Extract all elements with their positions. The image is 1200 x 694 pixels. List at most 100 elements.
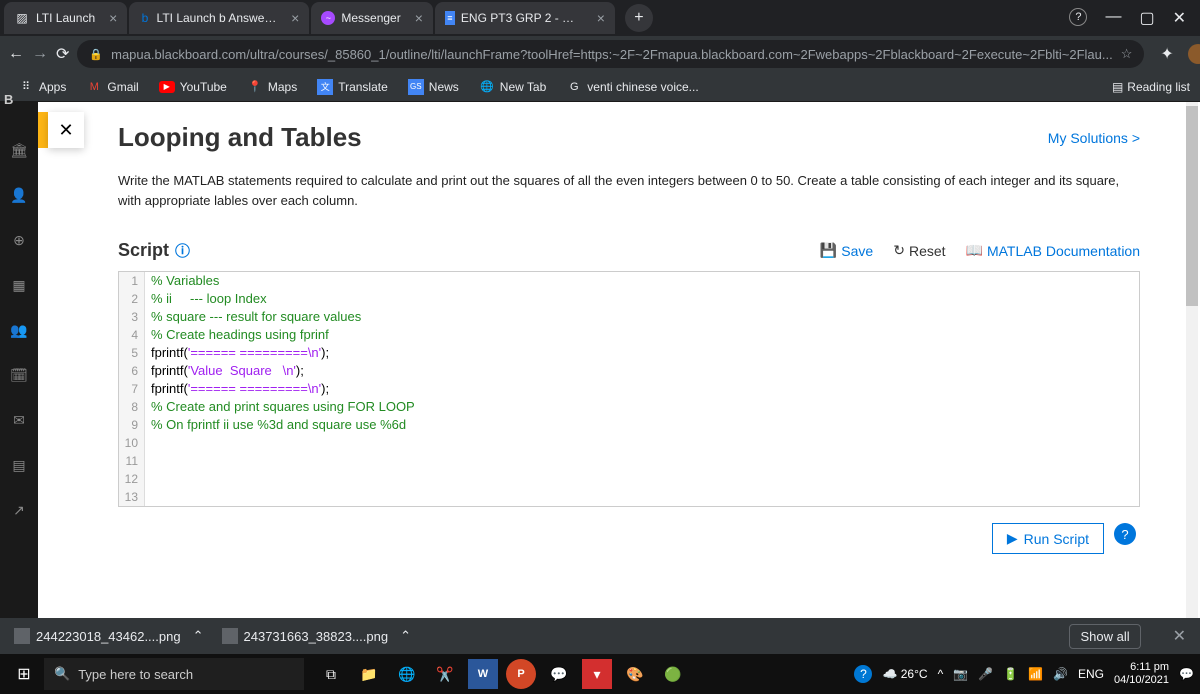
code-text[interactable] <box>145 434 151 452</box>
code-line[interactable]: 2% ii --- loop Index <box>119 290 1139 308</box>
code-text[interactable]: % On fprintf ii use %3d and square use %… <box>145 416 406 434</box>
documentation-link[interactable]: 📖MATLAB Documentation <box>966 242 1140 259</box>
code-text[interactable]: fprintf('====== =========\n'); <box>145 344 329 362</box>
code-line[interactable]: 7fprintf('====== =========\n'); <box>119 380 1139 398</box>
bookmark-venti[interactable]: Gventi chinese voice... <box>558 75 706 99</box>
help-icon[interactable]: ? <box>1069 8 1087 26</box>
code-text[interactable]: % Create and print squares using FOR LOO… <box>145 398 415 416</box>
battery-icon[interactable]: 🔋 <box>1003 667 1018 681</box>
sound-icon[interactable]: 🔊 <box>1053 667 1068 681</box>
close-icon[interactable]: × <box>415 10 423 26</box>
help-icon[interactable]: ⓘ <box>175 240 190 261</box>
chevron-up-icon[interactable]: ⌃ <box>193 628 204 644</box>
snip-icon[interactable]: ✂️ <box>430 659 460 689</box>
scrollbar[interactable] <box>1186 102 1198 618</box>
code-line[interactable]: 11 <box>119 452 1139 470</box>
code-text[interactable]: % Variables <box>145 272 219 290</box>
run-script-button[interactable]: ▶Run Script <box>992 523 1104 554</box>
extension-icon[interactable]: ✦ <box>1160 44 1173 64</box>
profile-icon[interactable]: 👤 <box>10 187 27 204</box>
code-line[interactable]: 3% square --- result for square values <box>119 308 1139 326</box>
messenger-icon[interactable]: 💬 <box>544 659 574 689</box>
institution-icon[interactable]: 🏛 <box>10 142 28 159</box>
code-text[interactable] <box>145 488 151 506</box>
code-line[interactable]: 10 <box>119 434 1139 452</box>
bookmark-maps[interactable]: 📍Maps <box>239 75 305 99</box>
profile-icon[interactable] <box>1188 44 1200 64</box>
bookmark-news[interactable]: GSNews <box>400 75 467 99</box>
calendar-icon[interactable]: 🗓 <box>10 367 28 384</box>
tab-3[interactable]: ≡ ENG PT3 GRP 2 - Google Docs × <box>435 2 615 34</box>
wifi-icon[interactable]: 📶 <box>1028 667 1043 681</box>
courses-icon[interactable]: ▦ <box>12 277 25 294</box>
forward-button[interactable]: → <box>32 45 48 63</box>
clock[interactable]: 6:11 pm04/10/2021 <box>1114 661 1169 687</box>
tab-0[interactable]: ▨ LTI Launch × <box>4 2 127 34</box>
maximize-icon[interactable]: ▢ <box>1139 8 1154 28</box>
code-line[interactable]: 1% Variables <box>119 272 1139 290</box>
code-line[interactable]: 13 <box>119 488 1139 506</box>
close-icon[interactable]: ✕ <box>1173 8 1186 28</box>
code-text[interactable] <box>145 452 151 470</box>
download-item-0[interactable]: 244223018_43462....png⌃ <box>14 628 204 644</box>
close-icon[interactable]: × <box>291 10 299 26</box>
close-panel-button[interactable]: ✕ <box>48 112 84 148</box>
close-icon[interactable]: × <box>597 10 605 26</box>
bookmark-youtube[interactable]: ▶YouTube <box>151 76 235 98</box>
code-text[interactable]: fprintf('Value Square \n'); <box>145 362 304 380</box>
tab-2[interactable]: ~ Messenger × <box>311 2 433 34</box>
reload-button[interactable]: ⟳ <box>56 44 69 64</box>
camera-icon[interactable]: 📷 <box>953 667 968 681</box>
chevron-up-icon[interactable]: ^ <box>938 667 944 681</box>
activity-icon[interactable]: ⊕ <box>13 232 25 249</box>
code-line[interactable]: 6fprintf('Value Square \n'); <box>119 362 1139 380</box>
close-icon[interactable]: ✕ <box>1173 626 1186 646</box>
code-line[interactable]: 4% Create headings using fprinf <box>119 326 1139 344</box>
star-icon[interactable]: ☆ <box>1121 46 1133 62</box>
bookmark-apps[interactable]: ⠿Apps <box>10 75 74 99</box>
app-icon[interactable]: ▾ <box>582 659 612 689</box>
code-line[interactable]: 12 <box>119 470 1139 488</box>
mic-icon[interactable]: 🎤 <box>978 667 993 681</box>
start-button[interactable]: ⊞ <box>6 664 42 684</box>
back-button[interactable]: ← <box>8 45 24 63</box>
task-view-icon[interactable]: ⧉ <box>316 659 346 689</box>
word-icon[interactable]: W <box>468 659 498 689</box>
organizations-icon[interactable]: 👥 <box>10 322 27 339</box>
app-icon[interactable]: 🎨 <box>620 659 650 689</box>
code-line[interactable]: 5fprintf('====== =========\n'); <box>119 344 1139 362</box>
url-input[interactable]: 🔒 mapua.blackboard.com/ultra/courses/_85… <box>77 40 1144 68</box>
explorer-icon[interactable]: 📁 <box>354 659 384 689</box>
tools-icon[interactable]: ↗ <box>13 502 25 519</box>
edge-icon[interactable]: 🌐 <box>392 659 422 689</box>
bookmark-translate[interactable]: 文Translate <box>309 75 396 99</box>
bookmark-newtab[interactable]: 🌐New Tab <box>471 75 554 99</box>
code-line[interactable]: 9% On fprintf ii use %3d and square use … <box>119 416 1139 434</box>
code-text[interactable]: % ii --- loop Index <box>145 290 267 308</box>
code-text[interactable]: % square --- result for square values <box>145 308 361 326</box>
save-button[interactable]: 💾Save <box>820 242 873 259</box>
messages-icon[interactable]: ✉ <box>13 412 25 429</box>
my-solutions-link[interactable]: My Solutions > <box>1048 130 1140 146</box>
minimize-icon[interactable]: ― <box>1105 8 1121 28</box>
code-text[interactable] <box>145 470 151 488</box>
help-icon[interactable]: ? <box>854 665 872 683</box>
code-text[interactable]: fprintf('====== =========\n'); <box>145 380 329 398</box>
scroll-thumb[interactable] <box>1186 106 1198 306</box>
reading-list-button[interactable]: ▤Reading list <box>1112 80 1190 94</box>
tab-1[interactable]: b LTI Launch b Answered: Plot the × <box>129 2 309 34</box>
chrome-icon[interactable]: 🟢 <box>658 659 688 689</box>
show-all-button[interactable]: Show all <box>1069 624 1140 649</box>
notifications-icon[interactable]: 💬 <box>1179 667 1194 681</box>
bookmark-gmail[interactable]: MGmail <box>78 75 146 99</box>
chevron-up-icon[interactable]: ⌃ <box>400 628 411 644</box>
reset-button[interactable]: ↻Reset <box>893 242 945 259</box>
powerpoint-icon[interactable]: P <box>506 659 536 689</box>
weather-widget[interactable]: ☁️ 26°C <box>882 667 927 681</box>
close-icon[interactable]: × <box>109 10 117 26</box>
language-indicator[interactable]: ENG <box>1078 667 1104 681</box>
code-text[interactable]: % Create headings using fprinf <box>145 326 329 344</box>
grades-icon[interactable]: ▤ <box>12 457 25 474</box>
code-editor[interactable]: 1% Variables2% ii --- loop Index3% squar… <box>118 271 1140 507</box>
help-button[interactable]: ? <box>1114 523 1136 545</box>
